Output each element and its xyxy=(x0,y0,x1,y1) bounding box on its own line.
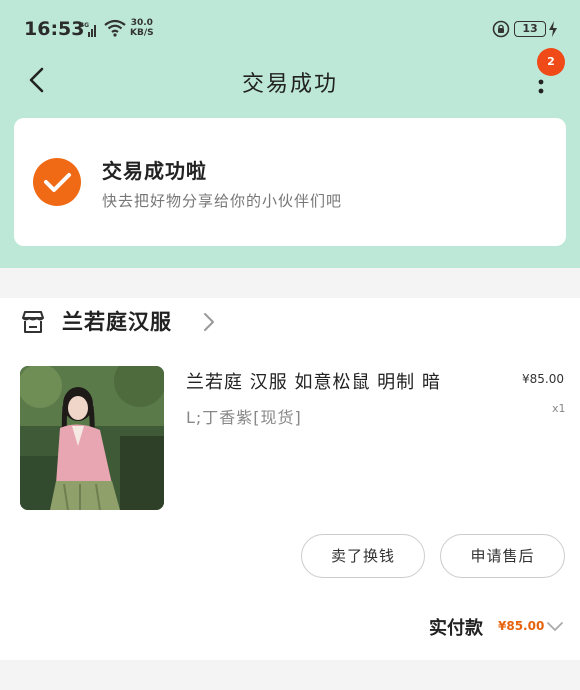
resell-button[interactable]: 卖了换钱 xyxy=(301,534,425,578)
wifi-icon xyxy=(104,19,126,37)
success-check-icon xyxy=(33,158,81,206)
paid-amount: ¥85.00 xyxy=(498,619,545,633)
network-speed-unit: KB/S xyxy=(130,28,154,38)
product-image[interactable] xyxy=(20,366,164,510)
product-variant: L;丁香紫[现货] xyxy=(186,408,302,427)
status-bar: 16:53 4G 30.0 KB/S 13 xyxy=(0,0,580,58)
product-price: ¥85.00 xyxy=(522,372,564,386)
cellular-signal-icon: 4G xyxy=(80,22,96,37)
product-quantity: x1 xyxy=(552,402,566,415)
paid-label: 实付款 xyxy=(429,618,483,639)
success-subtitle: 快去把好物分享给你的小伙伴们吧 xyxy=(102,192,343,210)
product-name[interactable]: 兰若庭 汉服 如意松鼠 明制 暗 xyxy=(186,368,441,394)
chevron-down-icon[interactable] xyxy=(546,620,564,632)
status-time: 16:53 xyxy=(24,18,85,40)
success-title: 交易成功啦 xyxy=(102,159,207,183)
success-card xyxy=(14,118,566,246)
chevron-right-icon[interactable] xyxy=(202,312,216,332)
after-sales-button[interactable]: 申请售后 xyxy=(440,534,565,578)
page-title: 交易成功 xyxy=(241,72,338,97)
network-speed-value: 30.0 xyxy=(130,18,153,28)
network-speed: 30.0 KB/S xyxy=(130,18,154,38)
shop-icon xyxy=(22,311,44,333)
notification-badge: 2 xyxy=(537,48,565,76)
svg-text:4G: 4G xyxy=(80,22,89,29)
rotation-lock-icon xyxy=(492,20,510,38)
shop-name[interactable]: 兰若庭汉服 xyxy=(62,306,172,336)
charging-bolt-icon xyxy=(549,21,557,37)
battery-indicator: 13 xyxy=(514,21,546,37)
